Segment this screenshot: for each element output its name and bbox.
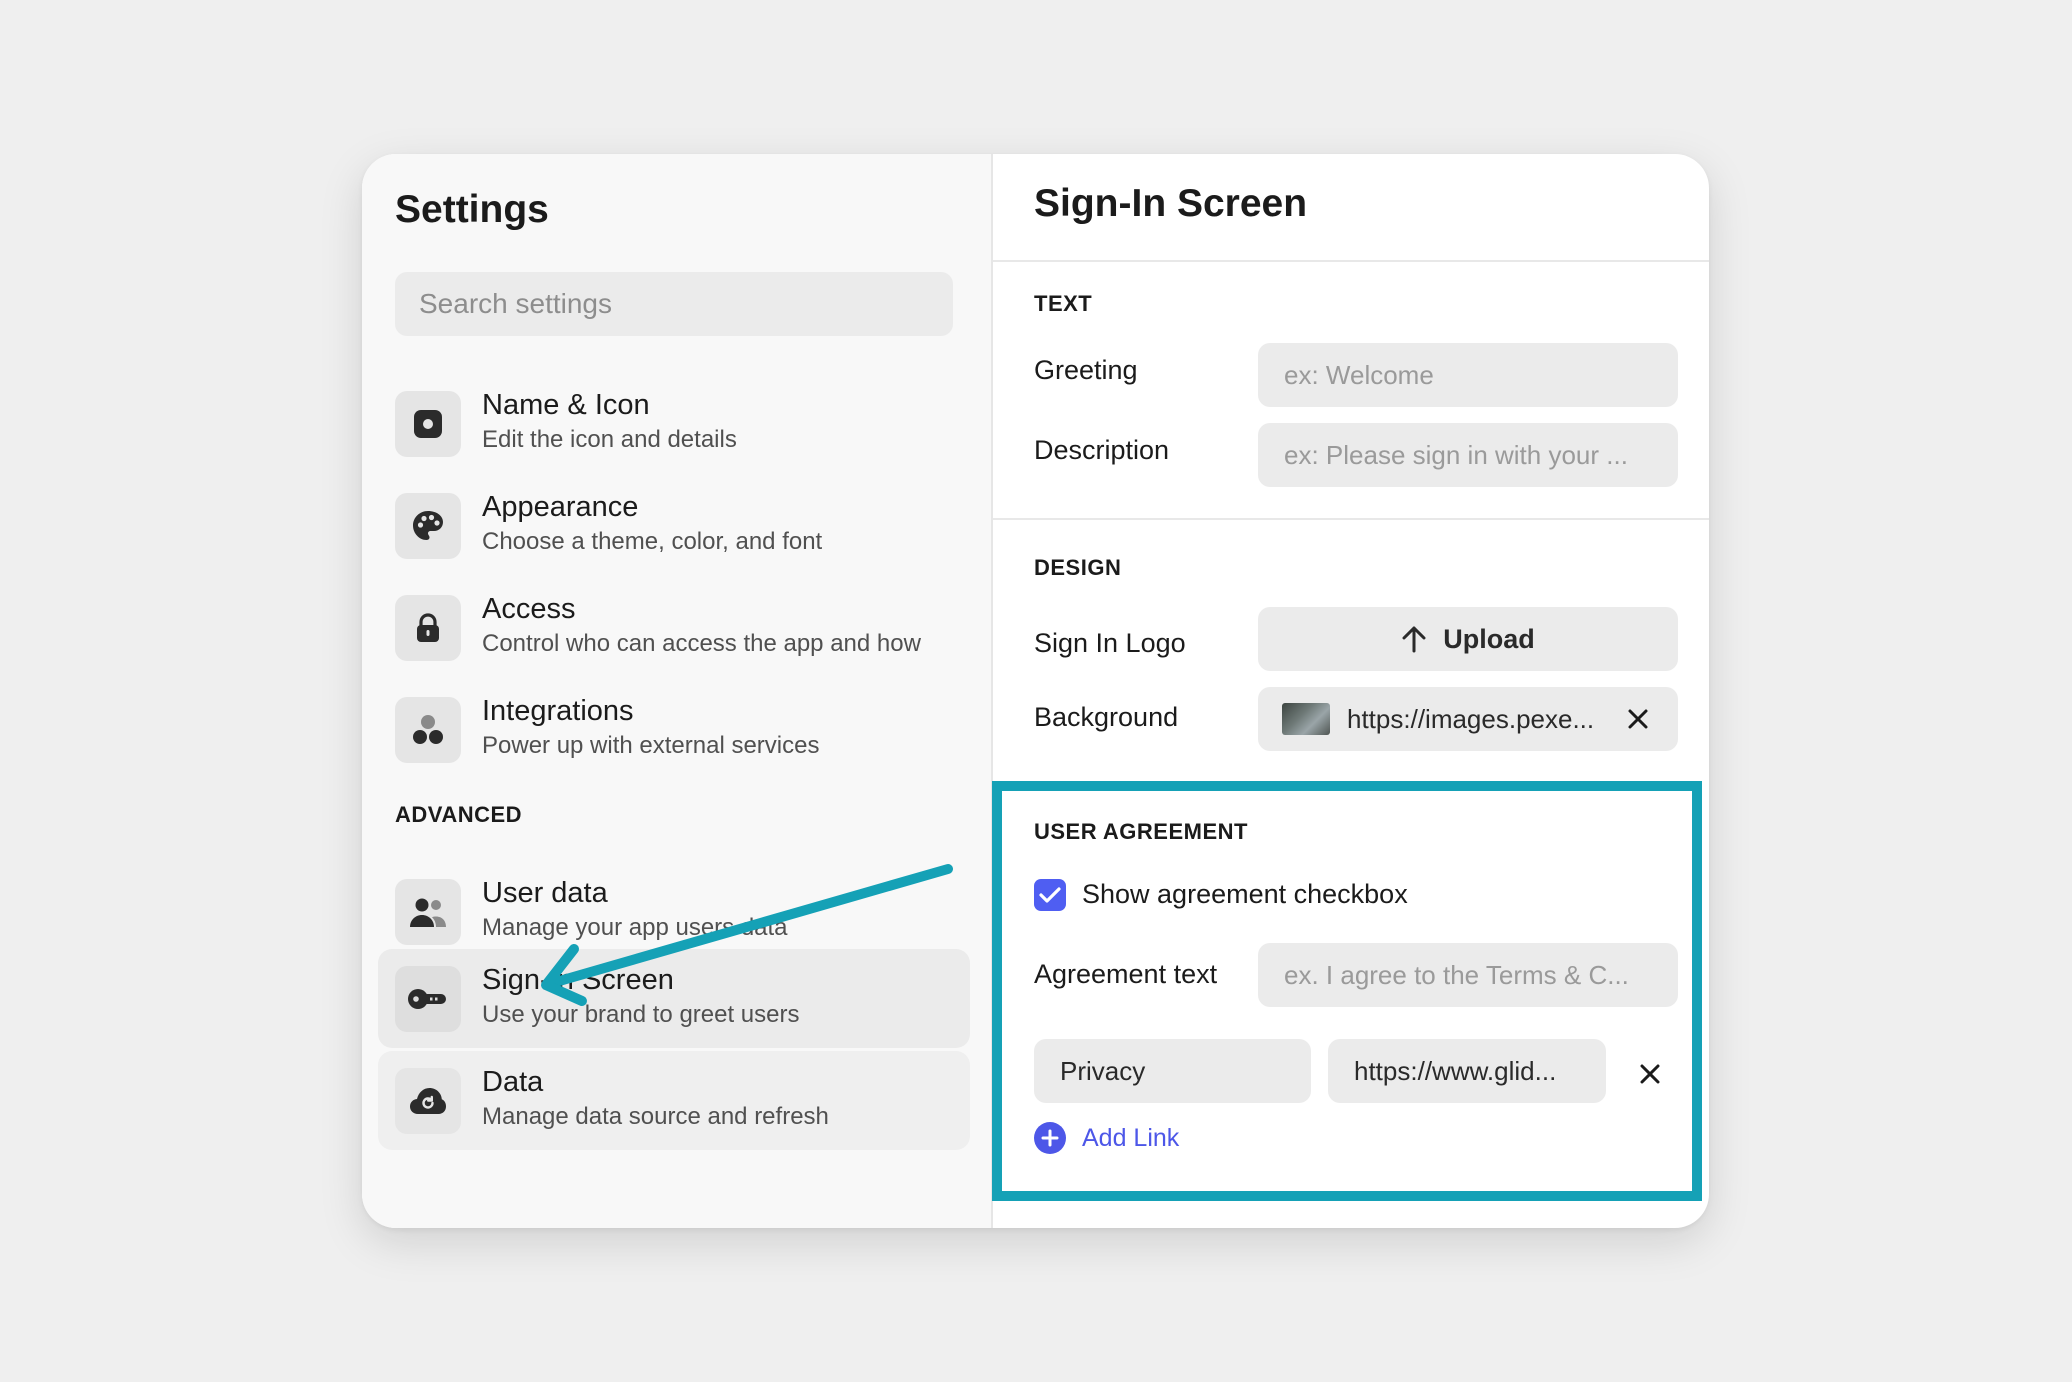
sidebar-item-access[interactable]: Access Control who can access the app an… xyxy=(378,578,970,677)
upload-button[interactable]: Upload xyxy=(1258,607,1678,671)
search-input[interactable]: Search settings xyxy=(395,272,953,336)
checkmark-icon xyxy=(1039,887,1061,903)
sidebar-item-title: User data xyxy=(482,877,608,909)
advanced-section-label: ADVANCED xyxy=(395,802,523,827)
close-icon xyxy=(1628,709,1648,729)
cloud-refresh-icon xyxy=(395,1068,461,1134)
agreement-text-input[interactable]: ex. I agree to the Terms & C... xyxy=(1258,943,1678,1007)
palette-icon xyxy=(395,493,461,559)
sidebar-item-title: Appearance xyxy=(482,491,639,523)
sidebar-item-desc: Manage your app users data xyxy=(482,914,788,941)
greeting-input[interactable]: ex: Welcome xyxy=(1258,343,1678,407)
sidebar-item-title: Integrations xyxy=(482,695,634,727)
text-section-label: TEXT xyxy=(1034,291,1093,316)
design-section-label: DESIGN xyxy=(1034,555,1122,580)
users-icon xyxy=(395,879,461,945)
clear-background-button[interactable] xyxy=(1621,702,1655,736)
user-agreement-section-label: USER AGREEMENT xyxy=(1034,819,1248,844)
sidebar-item-desc: Power up with external services xyxy=(482,732,820,759)
description-input[interactable]: ex: Please sign in with your ... xyxy=(1258,423,1678,487)
sidebar-item-title: Access xyxy=(482,593,576,625)
sidebar-item-desc: Manage data source and refresh xyxy=(482,1103,829,1130)
sidebar-item-title: Name & Icon xyxy=(482,389,650,421)
show-agreement-checkbox[interactable] xyxy=(1034,879,1066,911)
divider xyxy=(993,260,1709,262)
sidebar-item-title: Sign-In Screen xyxy=(482,964,674,996)
sidebar-item-appearance[interactable]: Appearance Choose a theme, color, and fo… xyxy=(378,476,970,575)
lock-icon xyxy=(395,595,461,661)
sidebar-item-desc: Use your brand to greet users xyxy=(482,1001,800,1028)
add-link-button[interactable]: Add Link xyxy=(1034,1122,1179,1154)
sidebar-item-user-data[interactable]: User data Manage your app users data xyxy=(378,862,970,961)
sidebar-title: Settings xyxy=(395,188,549,231)
sidebar-item-integrations[interactable]: Integrations Power up with external serv… xyxy=(378,680,970,779)
background-url: https://images.pexe... xyxy=(1347,703,1595,734)
settings-window: Settings Search settings Name & Icon Edi… xyxy=(362,154,1709,1228)
link-name-input[interactable]: Privacy xyxy=(1034,1039,1311,1103)
integrations-icon xyxy=(395,697,461,763)
description-label: Description xyxy=(1034,435,1170,465)
divider xyxy=(993,518,1709,520)
sidebar-item-title: Data xyxy=(482,1066,544,1098)
background-label: Background xyxy=(1034,702,1179,732)
sign-in-logo-label: Sign In Logo xyxy=(1034,628,1186,658)
upload-label: Upload xyxy=(1443,623,1535,654)
sidebar-item-sign-in-screen[interactable]: Sign-In Screen Use your brand to greet u… xyxy=(378,949,970,1048)
settings-sidebar: Settings Search settings Name & Icon Edi… xyxy=(362,154,993,1228)
sidebar-item-desc: Edit the icon and details xyxy=(482,426,737,453)
agreement-text-label: Agreement text xyxy=(1034,959,1218,989)
square-dot-icon xyxy=(395,391,461,457)
arrow-up-icon xyxy=(1402,626,1426,653)
sidebar-item-data[interactable]: Data Manage data source and refresh xyxy=(378,1051,970,1150)
remove-link-button[interactable] xyxy=(1633,1057,1667,1091)
key-icon xyxy=(395,966,461,1032)
sidebar-item-desc: Choose a theme, color, and font xyxy=(482,528,823,555)
page-title: Sign-In Screen xyxy=(1034,182,1308,225)
background-field[interactable]: https://images.pexe... xyxy=(1258,687,1678,751)
sidebar-item-name-icon[interactable]: Name & Icon Edit the icon and details xyxy=(378,374,970,473)
link-url-input[interactable]: https://www.glid... xyxy=(1328,1039,1606,1103)
plus-circle-icon xyxy=(1034,1122,1066,1154)
sidebar-item-desc: Control who can access the app and how xyxy=(482,630,921,657)
add-link-label: Add Link xyxy=(1082,1123,1180,1152)
close-icon xyxy=(1640,1064,1660,1084)
show-agreement-label: Show agreement checkbox xyxy=(1082,879,1408,909)
greeting-label: Greeting xyxy=(1034,355,1138,385)
sign-in-settings-panel: Sign-In Screen TEXT Greeting ex: Welcome… xyxy=(993,154,1709,1228)
background-thumbnail xyxy=(1282,703,1330,735)
